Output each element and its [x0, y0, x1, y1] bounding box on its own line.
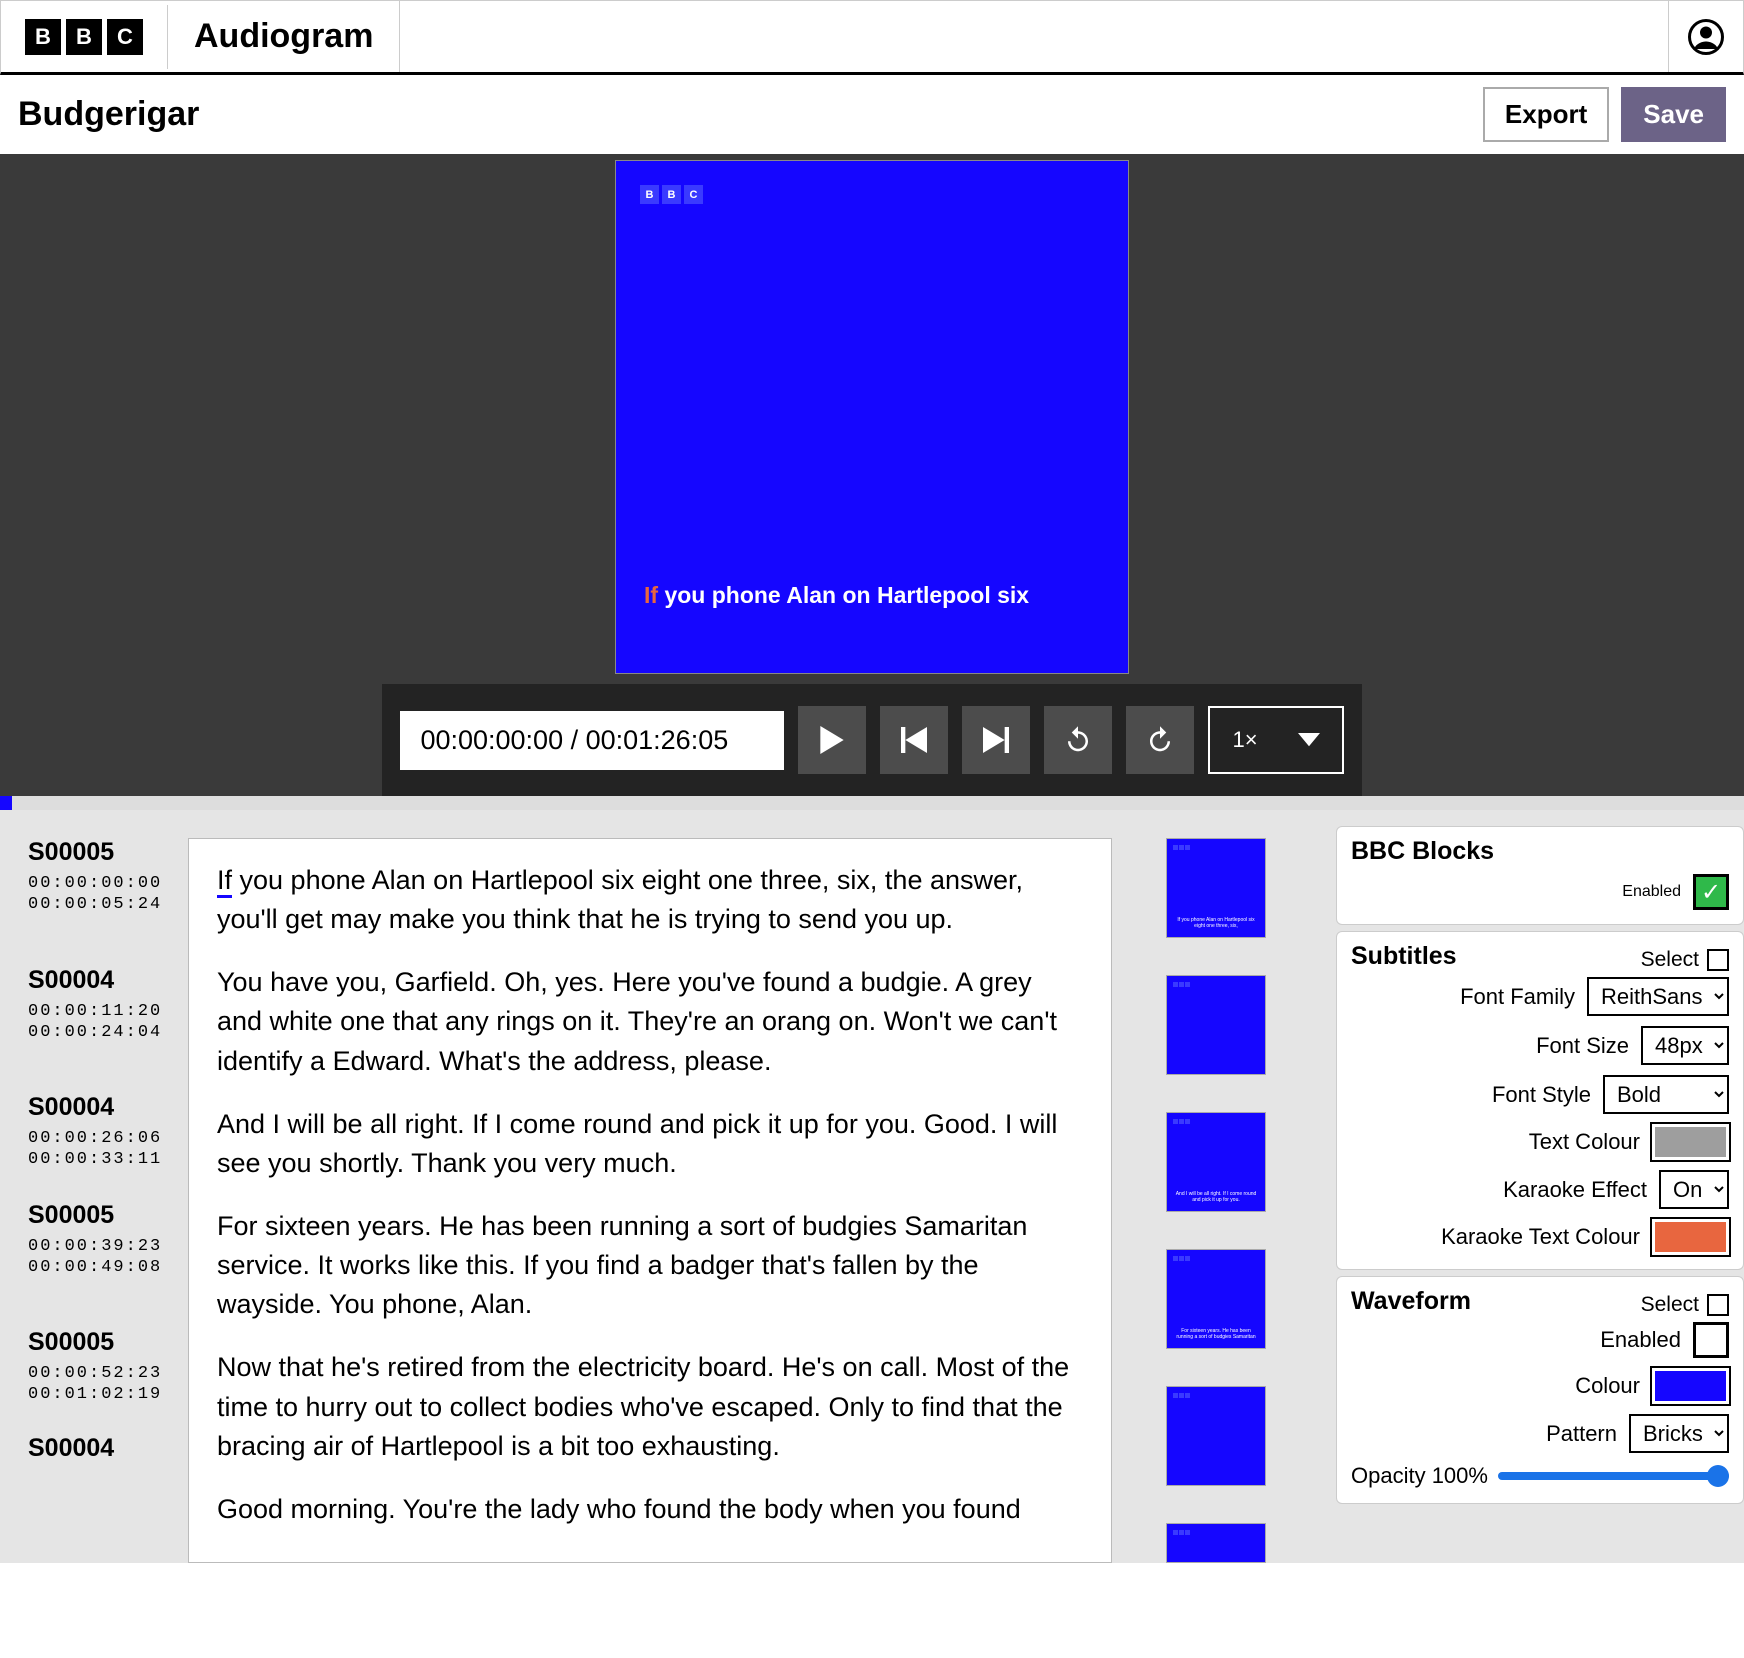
account-icon	[1688, 19, 1724, 55]
text-colour-swatch[interactable]	[1652, 1124, 1729, 1160]
bbc-b2: B	[66, 19, 102, 55]
transcript-line[interactable]: And I will be all right. If I come round…	[217, 1105, 1083, 1183]
undo-icon	[1063, 725, 1093, 755]
redo-icon	[1145, 725, 1175, 755]
bbc-b1: B	[25, 19, 61, 55]
transcript[interactable]: If you phone Alan on Hartlepool six eigh…	[188, 838, 1112, 1563]
chevron-down-icon	[1298, 733, 1320, 746]
page-title: Budgerigar	[18, 95, 199, 134]
topbar: B B C Audiogram	[0, 0, 1744, 75]
karaoke-colour-swatch[interactable]	[1652, 1219, 1729, 1255]
preview-canvas: B B C If you phone Alan on Hartlepool si…	[615, 160, 1129, 674]
properties-panel: BBC Blocks Enabled ✓ Subtitles Select Fo…	[1322, 810, 1744, 1563]
select-subtitles-checkbox[interactable]	[1707, 949, 1729, 971]
playhead-marker[interactable]	[0, 796, 12, 810]
skip-back-button[interactable]	[880, 706, 948, 774]
canvas-bbc-logo: B B C	[640, 185, 703, 204]
transcript-line[interactable]: Good morning. You're the lady who found …	[217, 1490, 1083, 1529]
segment-time: S00004 00:00:26:06 00:00:33:11	[0, 1093, 188, 1201]
select-label: Select	[1641, 1293, 1699, 1317]
font-size-label: Font Size	[1536, 1033, 1629, 1059]
segment-time: S00005 00:00:00:00 00:00:05:24	[0, 838, 188, 966]
transcript-line[interactable]: You have you, Garfield. Oh, yes. Here yo…	[217, 963, 1083, 1080]
subtitle-karaoke-word: If	[644, 582, 658, 608]
topbar-spacer	[400, 1, 1669, 72]
play-icon	[820, 726, 844, 754]
karaoke-effect-select[interactable]: On	[1659, 1170, 1729, 1209]
opacity-label: Opacity 100%	[1351, 1463, 1488, 1489]
karaoke-colour-label: Karaoke Text Colour	[1441, 1224, 1640, 1250]
panel-bbc-blocks: BBC Blocks Enabled ✓	[1336, 826, 1744, 925]
font-style-select[interactable]: Bold	[1603, 1075, 1729, 1114]
panel-title: Waveform	[1351, 1287, 1471, 1316]
segment-thumbnail[interactable]: If you phone Alan on Hartlepool six eigh…	[1166, 838, 1266, 938]
time-display: 00:00:00:00 / 00:01:26:05	[400, 711, 784, 770]
skip-fwd-icon	[983, 726, 1009, 754]
waveform-enabled-label: Enabled	[1600, 1327, 1681, 1353]
speed-dropdown[interactable]: 1×	[1208, 706, 1343, 774]
app-name: Audiogram	[168, 1, 400, 72]
select-waveform-checkbox[interactable]	[1707, 1294, 1729, 1316]
subheader: Budgerigar Export Save	[0, 75, 1744, 154]
blocks-enabled-checkbox[interactable]: ✓	[1693, 874, 1729, 910]
waveform-pattern-select[interactable]: Bricks	[1629, 1414, 1729, 1453]
waveform-pattern-label: Pattern	[1546, 1421, 1617, 1447]
timeline[interactable]	[0, 796, 1744, 810]
karaoke-effect-label: Karaoke Effect	[1503, 1177, 1647, 1203]
redo-button[interactable]	[1126, 706, 1194, 774]
panel-waveform: Waveform Select Enabled Colour Pattern B…	[1336, 1276, 1744, 1504]
segment-id: S00005	[28, 838, 188, 867]
current-word: If	[217, 865, 232, 898]
segment-time: S00004 00:00:11:20 00:00:24:04	[0, 966, 188, 1094]
undo-button[interactable]	[1044, 706, 1112, 774]
segment-time: S00004	[0, 1434, 188, 1463]
skip-back-icon	[901, 726, 927, 754]
segment-thumbnail[interactable]: And I will be all right. If I come round…	[1166, 1112, 1266, 1212]
workspace: S00005 00:00:00:00 00:00:05:24 S00004 00…	[0, 810, 1744, 1563]
skip-forward-button[interactable]	[962, 706, 1030, 774]
panel-subtitles: Subtitles Select Font Family ReithSans F…	[1336, 931, 1744, 1270]
transcript-line[interactable]: For sixteen years. He has been running a…	[217, 1207, 1083, 1324]
subtitle-rest: you phone Alan on Hartlepool six	[658, 582, 1029, 608]
font-family-label: Font Family	[1460, 984, 1575, 1010]
segment-thumbnail[interactable]	[1166, 975, 1266, 1075]
font-size-select[interactable]: 48px	[1641, 1026, 1729, 1065]
play-button[interactable]	[798, 706, 866, 774]
transcript-line[interactable]: Now that he's retired from the electrici…	[217, 1348, 1083, 1465]
segment-thumbnail[interactable]	[1166, 1523, 1266, 1563]
segment-out: 00:00:05:24	[28, 894, 188, 915]
opacity-slider[interactable]	[1498, 1472, 1729, 1480]
waveform-colour-swatch[interactable]	[1652, 1368, 1729, 1404]
text-colour-label: Text Colour	[1529, 1129, 1640, 1155]
segment-thumbnail[interactable]	[1166, 1386, 1266, 1486]
export-button[interactable]: Export	[1483, 87, 1609, 142]
waveform-colour-label: Colour	[1575, 1373, 1640, 1399]
font-style-label: Font Style	[1492, 1082, 1591, 1108]
select-label: Select	[1641, 948, 1699, 972]
save-button[interactable]: Save	[1621, 87, 1726, 142]
account-button[interactable]	[1669, 19, 1743, 55]
waveform-enabled-checkbox[interactable]	[1693, 1322, 1729, 1358]
enabled-label: Enabled	[1622, 883, 1681, 901]
transcript-line[interactable]: If you phone Alan on Hartlepool six eigh…	[217, 861, 1083, 939]
speed-value: 1×	[1232, 727, 1257, 753]
timecode-column: S00005 00:00:00:00 00:00:05:24 S00004 00…	[0, 810, 188, 1563]
font-family-select[interactable]: ReithSans	[1587, 977, 1729, 1016]
bbc-logo: B B C	[1, 5, 168, 69]
subtitle-preview: If you phone Alan on Hartlepool six	[644, 582, 1100, 609]
segment-time: S00005 00:00:52:23 00:01:02:19	[0, 1328, 188, 1434]
panel-title: BBC Blocks	[1351, 837, 1729, 866]
player-controls: 00:00:00:00 / 00:01:26:05 1×	[382, 684, 1361, 796]
segment-time: S00005 00:00:39:23 00:00:49:08	[0, 1201, 188, 1329]
segment-in: 00:00:00:00	[28, 873, 188, 894]
thumbnail-column: If you phone Alan on Hartlepool six eigh…	[1112, 810, 1322, 1563]
bbc-c: C	[107, 19, 143, 55]
segment-thumbnail[interactable]: For sixteen years. He has been running a…	[1166, 1249, 1266, 1349]
panel-title: Subtitles	[1351, 942, 1457, 971]
preview-area: B B C If you phone Alan on Hartlepool si…	[0, 154, 1744, 796]
